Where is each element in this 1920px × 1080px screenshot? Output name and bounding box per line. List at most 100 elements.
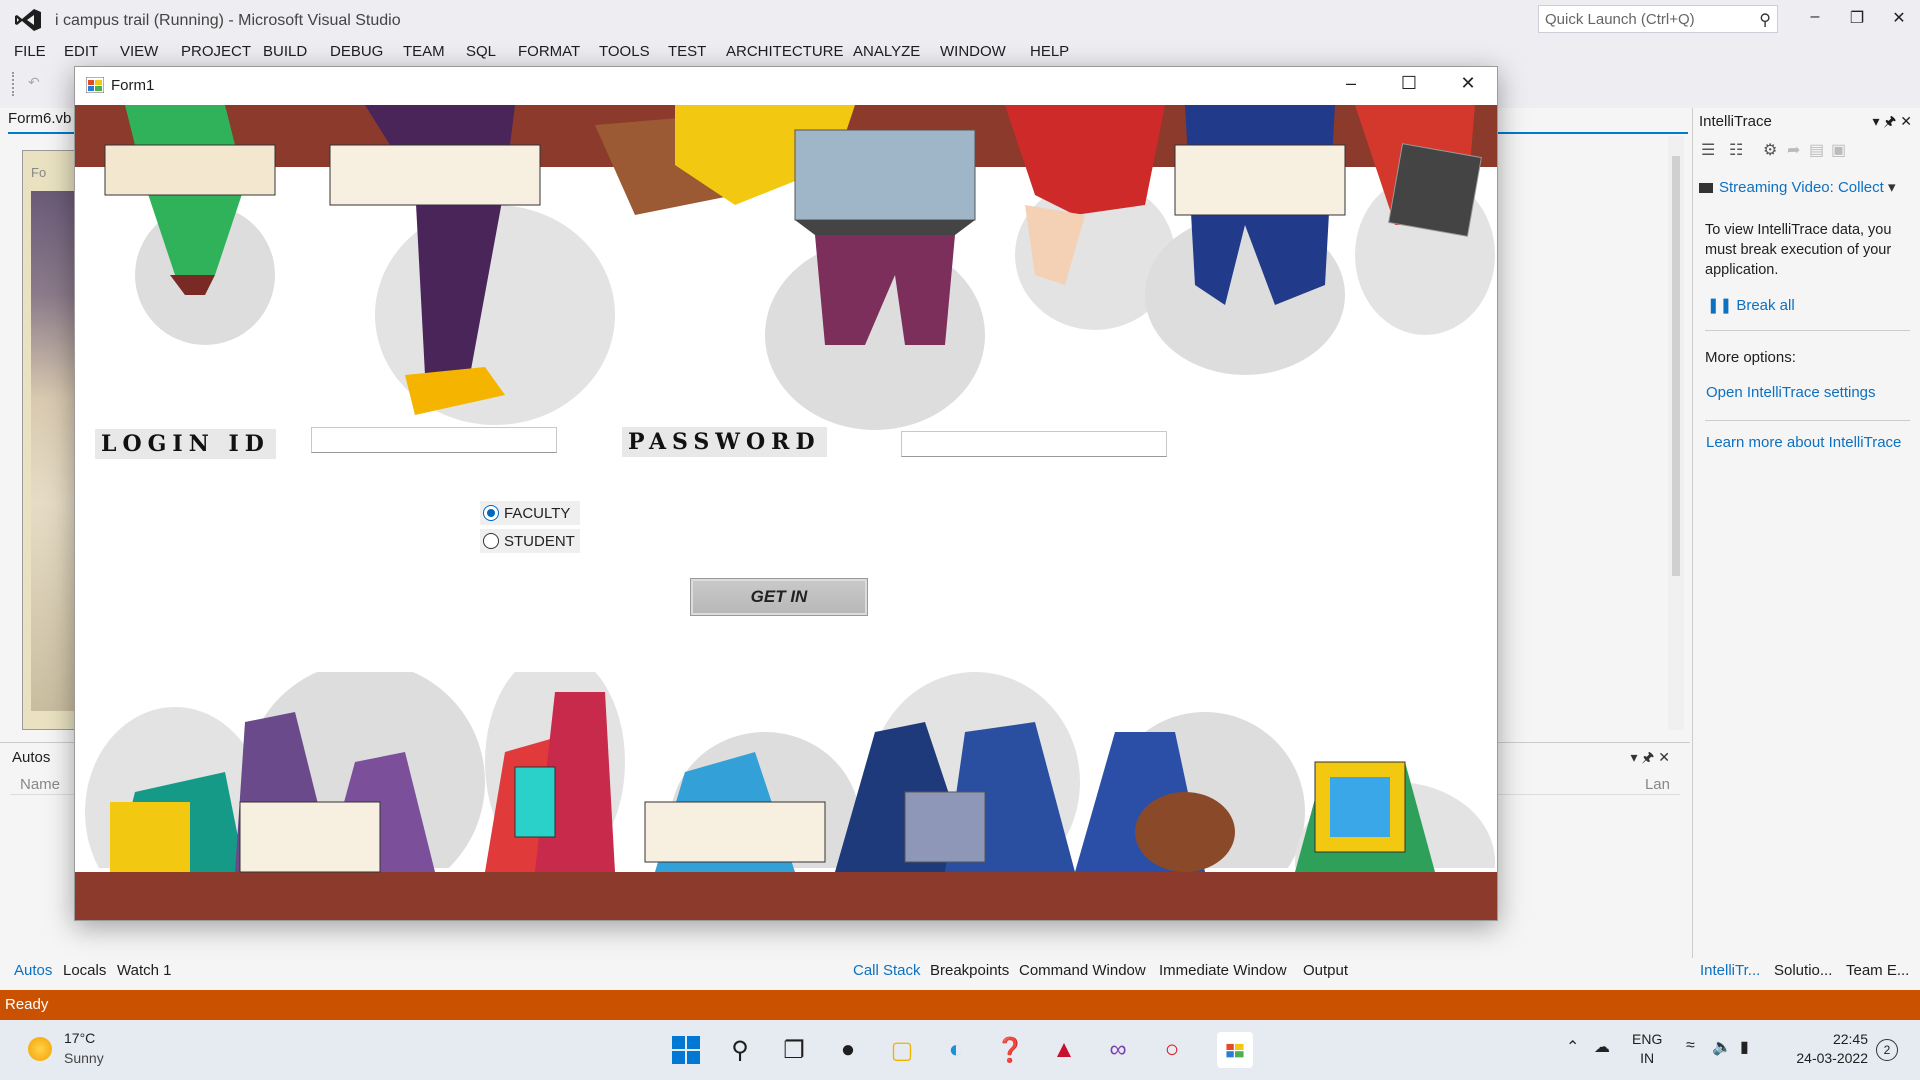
faculty-label: FACULTY [504, 505, 571, 522]
settings-gear-icon[interactable]: ⚙ [1763, 140, 1777, 160]
vs-title-bar: i campus trail (Running) - Microsoft Vis… [0, 0, 1920, 40]
form-app-taskbar-icon[interactable] [1217, 1032, 1253, 1068]
tab-locals[interactable]: Locals [63, 962, 106, 979]
task-view-icon[interactable]: ❐ [776, 1032, 812, 1068]
menu-team[interactable]: TEAM [403, 43, 445, 60]
menu-file[interactable]: FILE [14, 43, 46, 60]
weather-condition[interactable]: Sunny [64, 1050, 104, 1066]
tab-solution-explorer[interactable]: Solutio... [1774, 962, 1832, 979]
opera-browser-icon[interactable]: ○ [1154, 1032, 1190, 1068]
streaming-video-label: Streaming Video: Collect [1719, 179, 1884, 196]
menu-sql[interactable]: SQL [466, 43, 496, 60]
tab-breakpoints[interactable]: Breakpoints [930, 962, 1009, 979]
column-name[interactable]: Name [20, 776, 60, 793]
windows-start-icon[interactable] [668, 1032, 704, 1068]
form-close-button[interactable]: ✕ [1448, 73, 1488, 99]
open-settings-link[interactable]: Open IntelliTrace settings [1706, 384, 1876, 401]
teams-chat-icon[interactable]: ● [830, 1032, 866, 1068]
form1-title: Form1 [111, 77, 155, 94]
students-top-illustration [75, 105, 1497, 430]
panel-controls-icon[interactable]: ▾ 🖈 ✕ [1631, 747, 1671, 771]
editor-scrollbar[interactable] [1668, 136, 1684, 730]
break-all-link[interactable]: ❚❚ Break all [1707, 296, 1795, 314]
restore-button[interactable]: ❐ [1842, 8, 1872, 30]
radio-unselected-icon[interactable] [483, 533, 499, 549]
tree-view-icon[interactable]: ☷ [1729, 140, 1743, 160]
help-icon[interactable]: ❓ [992, 1032, 1028, 1068]
quick-launch-input[interactable]: Quick Launch (Ctrl+Q) ⚲ [1538, 5, 1778, 33]
get-in-button[interactable]: GET IN [690, 578, 868, 616]
open-file-icon[interactable]: ▤ [1809, 140, 1824, 160]
login-id-input[interactable] [311, 427, 557, 453]
menu-edit[interactable]: EDIT [64, 43, 98, 60]
chevron-down-icon: ▾ [1887, 179, 1896, 196]
menu-tools[interactable]: TOOLS [599, 43, 650, 60]
tab-team-explorer[interactable]: Team E... [1846, 962, 1909, 979]
menu-build[interactable]: BUILD [263, 43, 307, 60]
menu-test[interactable]: TEST [668, 43, 706, 60]
more-options-label: More options: [1705, 349, 1796, 366]
menu-project[interactable]: PROJECT [181, 43, 251, 60]
password-label: PASSWORD [622, 427, 827, 457]
learn-more-link[interactable]: Learn more about IntelliTrace [1706, 434, 1901, 451]
visual-studio-logo-icon [15, 9, 41, 31]
menu-architecture[interactable]: ARCHITECTURE [726, 43, 844, 60]
menu-debug[interactable]: DEBUG [330, 43, 383, 60]
form1-client-area: LOGIN ID PASSWORD FACULTY STUDENT GET IN [75, 105, 1497, 920]
language-indicator[interactable]: ENG IN [1632, 1030, 1662, 1068]
back-icon[interactable]: ↶ [28, 74, 50, 94]
sun-icon[interactable] [28, 1037, 52, 1061]
minimize-button[interactable]: – [1800, 8, 1830, 30]
radio-selected-icon[interactable] [483, 505, 499, 521]
menu-format[interactable]: FORMAT [518, 43, 580, 60]
weather-temperature[interactable]: 17°C [64, 1030, 95, 1046]
streaming-video-dropdown[interactable]: Streaming Video: Collect ▾ [1699, 178, 1915, 196]
menu-window[interactable]: WINDOW [940, 43, 1006, 60]
visual-studio-taskbar-icon[interactable]: ∞ [1100, 1032, 1136, 1068]
student-radio[interactable]: STUDENT [480, 529, 580, 553]
intellitrace-panel: IntelliTrace ▾ 🖈 ✕ ☰ ☷ ⚙ ➦ ▤ ▣ Streaming… [1692, 108, 1920, 958]
menu-help[interactable]: HELP [1030, 43, 1069, 60]
wifi-icon[interactable]: ≈ [1686, 1037, 1695, 1055]
separator [1705, 420, 1910, 421]
battery-icon[interactable]: ▮ [1740, 1037, 1749, 1057]
tab-command-window[interactable]: Command Window [1019, 962, 1146, 979]
search-icon[interactable]: ⚲ [722, 1032, 758, 1068]
status-text: Ready [5, 996, 49, 1013]
menu-analyze[interactable]: ANALYZE [853, 43, 920, 60]
onedrive-cloud-icon[interactable]: ☁ [1594, 1037, 1610, 1057]
chevron-up-icon[interactable]: ⌃ [1566, 1037, 1579, 1057]
menu-view[interactable]: VIEW [120, 43, 158, 60]
students-bottom-illustration [75, 672, 1497, 920]
forward-icon[interactable]: ➦ [1787, 140, 1800, 160]
intellitrace-title: IntelliTrace [1699, 113, 1772, 130]
tab-intellitrace[interactable]: IntelliTr... [1700, 962, 1760, 979]
editor-scroll-thumb[interactable] [1672, 156, 1680, 576]
column-language[interactable]: Lan [1645, 776, 1670, 793]
form1-title-bar[interactable]: Form1 – ☐ ✕ [75, 67, 1497, 105]
tab-autos[interactable]: Autos [14, 962, 52, 979]
save-icon[interactable]: ▣ [1831, 140, 1846, 160]
tab-call-stack[interactable]: Call Stack [853, 962, 921, 979]
toolbar-grip[interactable] [12, 72, 16, 96]
edge-browser-icon[interactable]: ◐ [938, 1032, 974, 1068]
mcafee-icon[interactable]: ▲ [1046, 1032, 1082, 1068]
form-minimize-button[interactable]: – [1331, 73, 1371, 99]
notification-count-badge[interactable]: 2 [1876, 1039, 1898, 1061]
break-all-label: Break all [1736, 297, 1795, 314]
menu-bar: FILE EDIT VIEW PROJECT BUILD DEBUG TEAM … [0, 40, 1920, 64]
faculty-radio[interactable]: FACULTY [480, 501, 580, 525]
document-tab[interactable]: Form6.vb [8, 110, 78, 132]
file-explorer-icon[interactable]: ▢ [884, 1032, 920, 1068]
volume-icon[interactable]: 🔈 [1712, 1037, 1732, 1057]
form-maximize-button[interactable]: ☐ [1389, 73, 1429, 99]
tab-watch-1[interactable]: Watch 1 [117, 962, 171, 979]
list-view-icon[interactable]: ☰ [1701, 140, 1715, 160]
clock[interactable]: 22:45 24-03-2022 [1770, 1030, 1868, 1068]
tab-output[interactable]: Output [1303, 962, 1348, 979]
tab-immediate-window[interactable]: Immediate Window [1159, 962, 1287, 979]
search-icon[interactable]: ⚲ [1759, 10, 1771, 30]
password-input[interactable] [901, 431, 1167, 457]
panel-controls-icon[interactable]: ▾ 🖈 ✕ [1873, 111, 1913, 135]
close-button[interactable]: ✕ [1884, 8, 1914, 30]
